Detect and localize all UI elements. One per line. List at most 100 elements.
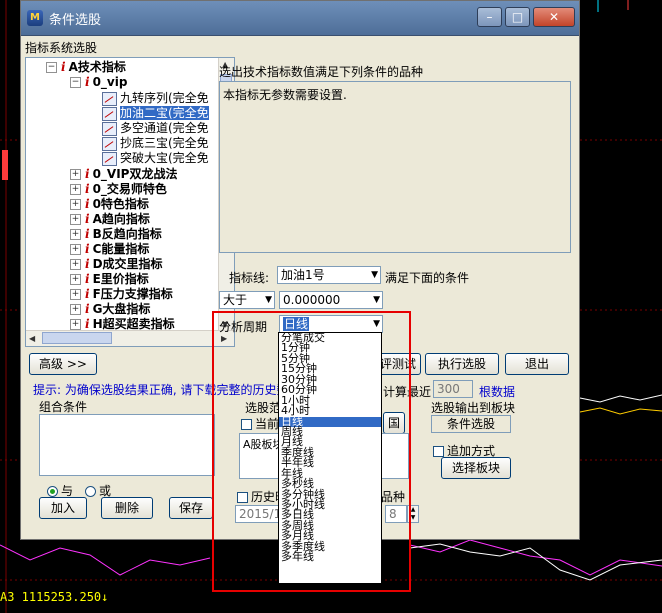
tree-node[interactable]: + i B反趋向指标 [70,227,162,242]
formula-icon [102,136,117,151]
tree-node[interactable]: + i E里价指标 [70,272,149,287]
species-count-input[interactable]: 8 [385,505,407,523]
checkbox-icon[interactable] [241,419,252,430]
period-option[interactable]: 多年线 [279,551,381,562]
tree-leaf[interactable]: 九转序列(完全免 [102,91,209,106]
expand-icon[interactable]: + [70,199,81,210]
edit-range-button[interactable]: 国 [383,412,405,434]
indicator-folder-icon: i [85,257,90,271]
add-condition-button[interactable]: 加入 [39,497,87,519]
formula-icon [102,151,117,166]
indicator-tree[interactable]: − i A技术指标 − i 0_vip 九转序列(完全免 加油二宝(完全免 多空通道(完… [25,57,235,347]
chart-status-readout: A3 1115253.250↓ [0,590,109,604]
indicator-line-magenta-2 [409,539,662,576]
analysis-period-select[interactable]: 日线 ▼ [279,315,383,333]
app-logo-icon: M [27,10,43,26]
species-label: 品种 [381,490,406,504]
description-label: 选出技术指标数值满足下列条件的品种 [219,65,424,79]
delete-condition-button[interactable]: 删除 [101,497,153,519]
formula-icon [102,106,117,121]
close-button[interactable]: ✕ [533,7,575,27]
indicator-folder-icon: i [85,227,90,241]
download-history-hint: 提示: 为确保选股结果正确, 请下载完整的历史数 [33,383,289,397]
indicator-folder-icon: i [85,302,90,316]
condition-suffix-label: 满足下面的条件 [385,271,470,285]
scroll-left-icon[interactable]: ◀ [29,334,35,343]
expand-icon[interactable]: + [70,259,81,270]
combined-conditions-list[interactable] [39,414,215,476]
tree-leaf[interactable]: 多空通道(完全免 [102,121,209,136]
tree-node[interactable]: + i G大盘指标 [70,302,150,317]
scroll-thumb[interactable] [42,332,112,344]
scroll-right-icon[interactable]: ▶ [221,334,227,343]
indicator-line-select[interactable]: 加油1号 ▼ [277,266,381,284]
indicator-folder-icon: i [85,272,90,286]
indicator-folder-icon: i [85,242,90,256]
title-bar[interactable]: M 条件选股 – □ ✕ [21,1,579,36]
calc-recent-label: 计算最近 [383,385,432,399]
period-dropdown-list[interactable]: 分笔成交 1分钟 5分钟 15分钟 30分钟 60分钟 1小时 4小时 日线 周… [278,332,382,584]
indicator-folder-icon: i [85,197,90,211]
tree-node[interactable]: + i C能量指标 [70,242,149,257]
collapse-icon[interactable]: − [70,77,81,88]
indicator-line-white [579,394,662,403]
checkbox-icon[interactable] [433,446,444,457]
chevron-down-icon: ▼ [371,270,378,280]
collapse-icon[interactable]: − [46,62,57,73]
radio-and-icon[interactable] [47,486,58,497]
chevron-down-icon: ▼ [373,295,380,305]
indicator-line-label: 指标线: [229,271,270,285]
tree-node[interactable]: + i F压力支撑指标 [70,287,173,302]
maximize-button[interactable]: □ [505,7,530,27]
expand-icon[interactable]: + [70,169,81,180]
calc-recent-input[interactable]: 300 [433,380,473,398]
execute-selection-button[interactable]: 执行选股 [425,353,499,375]
indicator-folder-icon: i [85,75,90,89]
tree-leaf[interactable]: 突破大宝(完全免 [102,151,209,166]
indicator-folder-icon: i [85,212,90,226]
current-market-checkbox[interactable]: 当前 [241,415,279,432]
formula-icon [102,91,117,106]
window-title: 条件选股 [49,13,102,28]
expand-icon[interactable]: + [70,184,81,195]
parameter-description-box: 本指标无参数需要设置. [219,81,571,253]
indicator-line-magenta [0,544,211,576]
operator-select[interactable]: 大于 ▼ [219,291,275,309]
tree-node[interactable]: + i 0_交易师特色 [70,182,167,197]
expand-icon[interactable]: + [70,244,81,255]
expand-icon[interactable]: + [70,229,81,240]
candle [2,150,8,180]
expand-icon[interactable]: + [70,289,81,300]
indicator-folder-icon: i [85,182,90,196]
radio-or-icon[interactable] [85,486,96,497]
expand-icon[interactable]: + [70,274,81,285]
advanced-button[interactable]: 高级 >> [29,353,97,375]
save-condition-button[interactable]: 保存 [169,497,213,519]
parameter-description-text: 本指标无参数需要设置. [223,88,347,102]
tree-node[interactable]: + i A趋向指标 [70,212,150,227]
tree-horizontal-scrollbar[interactable]: ◀ ▶ [26,330,234,346]
combined-conditions-label: 组合条件 [39,400,88,414]
tree-node[interactable]: + i D成交里指标 [70,257,163,272]
expand-icon[interactable]: + [70,304,81,315]
exit-button[interactable]: 退出 [505,353,569,375]
minimize-button[interactable]: – [477,7,502,27]
threshold-input[interactable]: 0.000000 ▼ [279,291,383,309]
tree-node[interactable]: + i 0特色指标 [70,197,149,212]
tree-leaf-selected[interactable]: 加油二宝(完全免 [102,106,209,121]
selection-range-label: 选股范 [245,401,282,415]
chevron-down-icon: ▼ [373,319,380,329]
tree-node[interactable]: + i 0_VIP双龙战法 [70,167,177,182]
indicator-folder-icon: i [85,167,90,181]
indicator-system-group-label: 指标系统选股 [25,41,98,55]
expand-icon[interactable]: + [70,214,81,225]
select-block-button[interactable]: 选择板块 [441,457,511,479]
expand-icon[interactable]: + [70,319,81,330]
checkbox-icon[interactable] [237,492,248,503]
indicator-folder-icon: i [85,317,90,331]
species-count-spinner[interactable]: ▲ ▼ [407,505,419,523]
calc-recent-suffix: 根数据 [479,385,516,399]
tree-leaf[interactable]: 抄底三宝(完全免 [102,136,209,151]
tree-node[interactable]: − i 0_vip [70,75,127,90]
tree-node[interactable]: − i A技术指标 [46,60,126,75]
